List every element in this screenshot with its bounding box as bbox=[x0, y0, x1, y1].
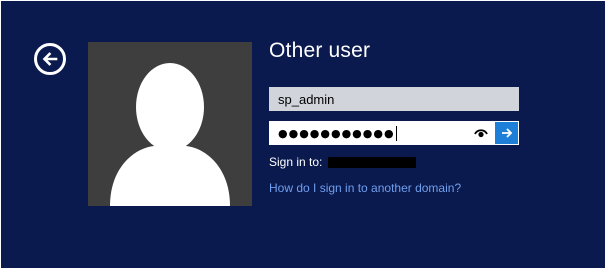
signin-domain-row: Sign in to: bbox=[269, 155, 417, 169]
user-avatar bbox=[88, 42, 252, 206]
username-field[interactable] bbox=[269, 87, 519, 111]
login-screen: Other user ●●●●●●●●●●● Sign in to: How d… bbox=[1, 1, 605, 268]
another-domain-link[interactable]: How do I sign in to another domain? bbox=[269, 181, 461, 195]
user-silhouette-icon bbox=[110, 63, 230, 206]
back-button[interactable] bbox=[34, 43, 66, 75]
redacted-domain bbox=[328, 156, 417, 168]
signin-label: Sign in to: bbox=[269, 155, 323, 169]
page-title: Other user bbox=[269, 39, 371, 62]
back-arrow-icon bbox=[42, 52, 58, 66]
submit-button[interactable] bbox=[495, 122, 518, 144]
password-field-container: ●●●●●●●●●●● bbox=[269, 121, 519, 145]
arrow-right-icon bbox=[501, 128, 512, 138]
password-field[interactable] bbox=[269, 121, 469, 145]
reveal-password-button[interactable] bbox=[469, 121, 493, 145]
eye-icon bbox=[474, 129, 488, 138]
